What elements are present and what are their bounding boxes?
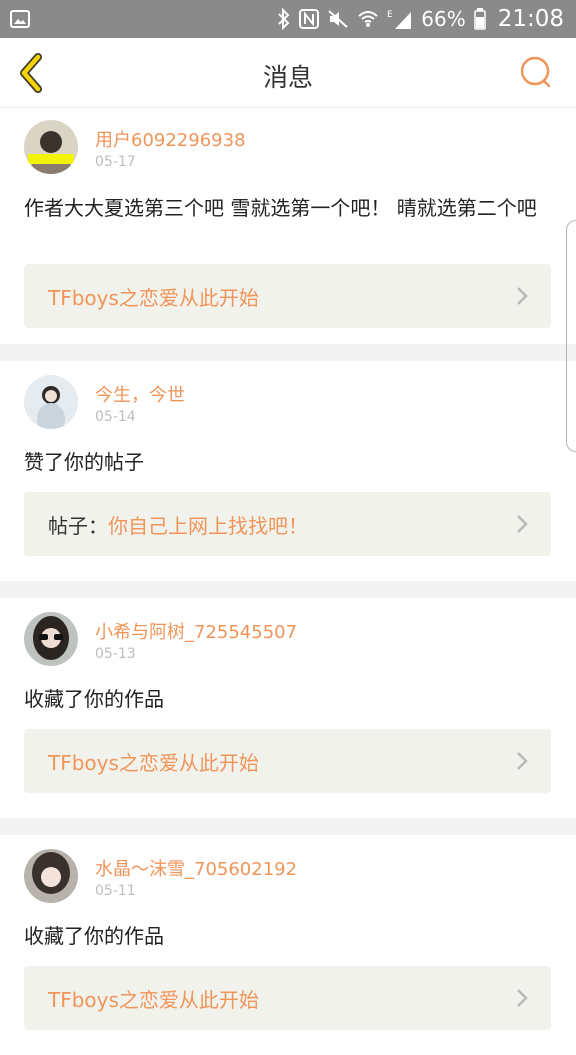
linked-post-card[interactable]: 帖子： 你自己上网上找找吧！: [24, 492, 551, 556]
battery-icon: [473, 8, 486, 30]
search-button[interactable]: [518, 54, 554, 90]
linked-work-card[interactable]: TFboys之恋爱从此开始: [24, 966, 551, 1030]
nav-header: 消息: [0, 38, 576, 108]
chevron-right-icon: [517, 515, 528, 533]
card-title: TFboys之恋爱从此开始: [48, 750, 259, 775]
avatar[interactable]: [24, 120, 78, 174]
message-date: 05-11: [95, 883, 136, 899]
bluetooth-icon: [277, 8, 291, 30]
username[interactable]: 今生，今世: [95, 381, 185, 407]
linked-work-card[interactable]: TFboys之恋爱从此开始: [24, 729, 551, 793]
avatar[interactable]: [24, 375, 78, 429]
message-content: 收藏了你的作品: [24, 687, 164, 711]
message-content: 收藏了你的作品: [24, 924, 164, 948]
message-item: 水晶〜沫雪_705602192 05-11 收藏了你的作品 TFboys之恋爱从…: [0, 835, 576, 1055]
status-bar: E 66% 21:08: [0, 0, 576, 38]
message-date: 05-13: [95, 646, 136, 662]
message-content: 作者大大夏选第三个吧 雪就选第一个吧！ 晴就选第二个吧: [24, 196, 537, 220]
divider: [0, 344, 576, 361]
clock: 21:08: [497, 6, 564, 32]
message-item: 用户6092296938 05-17 作者大大夏选第三个吧 雪就选第一个吧！ 晴…: [0, 108, 576, 344]
message-content: 赞了你的帖子: [24, 450, 144, 474]
username[interactable]: 小希与阿树_725545507: [95, 618, 297, 644]
svg-text:E: E: [387, 10, 393, 20]
avatar[interactable]: [24, 849, 78, 903]
card-title: 你自己上网上找找吧！: [108, 513, 308, 538]
divider: [0, 818, 576, 835]
edge-panel-handle[interactable]: [566, 220, 576, 452]
page-title: 消息: [262, 63, 313, 92]
wifi-icon: [357, 9, 379, 29]
message-item: 小希与阿树_725545507 05-13 收藏了你的作品 TFboys之恋爱从…: [0, 598, 576, 818]
message-date: 05-17: [95, 154, 136, 170]
card-title: TFboys之恋爱从此开始: [48, 285, 259, 310]
divider: [0, 581, 576, 598]
avatar[interactable]: [24, 612, 78, 666]
gallery-icon: [10, 10, 30, 28]
battery-percent: 66%: [421, 7, 466, 31]
card-title: TFboys之恋爱从此开始: [48, 987, 259, 1012]
chevron-right-icon: [517, 287, 528, 305]
card-prefix: 帖子：: [48, 513, 108, 538]
username[interactable]: 水晶〜沫雪_705602192: [95, 855, 297, 881]
mute-icon: [327, 9, 349, 29]
chevron-right-icon: [517, 989, 528, 1007]
message-date: 05-14: [95, 409, 136, 425]
nfc-icon: [299, 9, 320, 29]
chevron-right-icon: [517, 752, 528, 770]
linked-work-card[interactable]: TFboys之恋爱从此开始: [24, 264, 551, 328]
signal-icon: E: [387, 8, 413, 30]
username[interactable]: 用户6092296938: [95, 126, 246, 152]
message-list: 用户6092296938 05-17 作者大大夏选第三个吧 雪就选第一个吧！ 晴…: [0, 108, 576, 1055]
search-icon: [520, 56, 551, 88]
message-item: 今生，今世 05-14 赞了你的帖子 帖子： 你自己上网上找找吧！: [0, 361, 576, 581]
